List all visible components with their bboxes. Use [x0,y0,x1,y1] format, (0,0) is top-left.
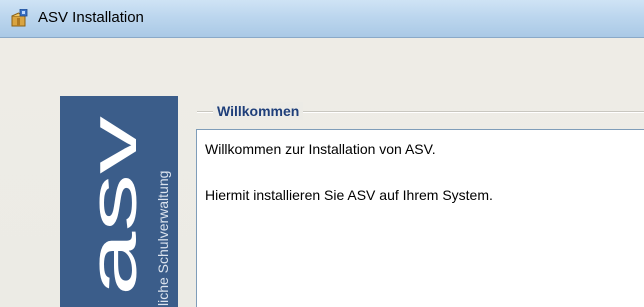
installer-package-icon[interactable] [10,8,28,27]
welcome-line-1: Willkommen zur Installation von ASV. [205,141,436,157]
group-box-legend: Willkommen [213,102,304,120]
title-bar[interactable]: ASV Installation [0,0,644,38]
logo-tagline: liche Schulverwaltung [155,171,171,306]
asv-logo: asv liche Schulverwaltung [75,116,171,306]
logo-letters: asv [75,116,151,296]
welcome-line-2: Hiermit installieren Sie ASV auf Ihrem S… [205,187,493,203]
asv-logo-panel: asv liche Schulverwaltung [60,96,178,307]
window-title: ASV Installation [38,9,144,26]
installer-window: ASV Installation asv liche Schulverwaltu… [0,0,644,307]
welcome-text-area[interactable]: Willkommen zur Installation von ASV. Hie… [196,129,644,307]
